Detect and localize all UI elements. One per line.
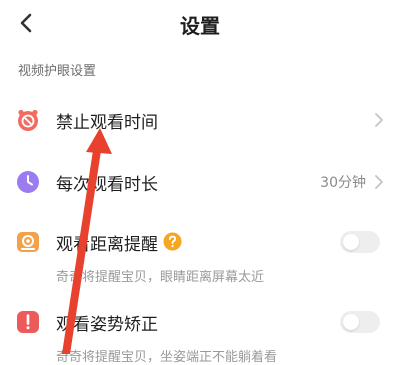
posture-correction-label: 观看姿势矫正	[56, 315, 158, 335]
page-title: 设置	[180, 14, 220, 38]
distance-reminder-label: 观看距离提醒	[56, 235, 158, 255]
clock-icon	[17, 171, 39, 193]
watch-duration-value: 30分钟	[320, 175, 366, 191]
header: 设置	[0, 0, 400, 48]
distance-reminder-row: 观看距离提醒	[0, 222, 400, 262]
ban-watch-time-row[interactable]: 禁止观看时间	[0, 100, 400, 140]
posture-icon	[17, 311, 39, 333]
question-icon[interactable]	[163, 232, 182, 251]
chevron-right-icon	[375, 113, 383, 127]
distance-reminder-subtitle: 奇奇将提醒宝贝，眼睛距离屏幕太近	[56, 270, 265, 285]
section-title: 视频护眼设置	[18, 64, 97, 79]
posture-correction-toggle[interactable]	[340, 311, 380, 333]
ban-watch-time-label: 禁止观看时间	[56, 113, 158, 133]
alarm-ban-icon	[18, 109, 38, 131]
distance-reminder-toggle[interactable]	[340, 231, 380, 253]
watch-duration-row[interactable]: 每次观看时长 30分钟	[0, 162, 400, 202]
posture-correction-row: 观看姿势矫正	[0, 302, 400, 342]
watch-duration-label: 每次观看时长	[56, 175, 158, 195]
posture-correction-subtitle: 奇奇将提醒宝贝，坐姿端正不能躺着看	[56, 350, 278, 365]
distance-icon	[17, 232, 39, 252]
chevron-right-icon	[375, 175, 383, 189]
